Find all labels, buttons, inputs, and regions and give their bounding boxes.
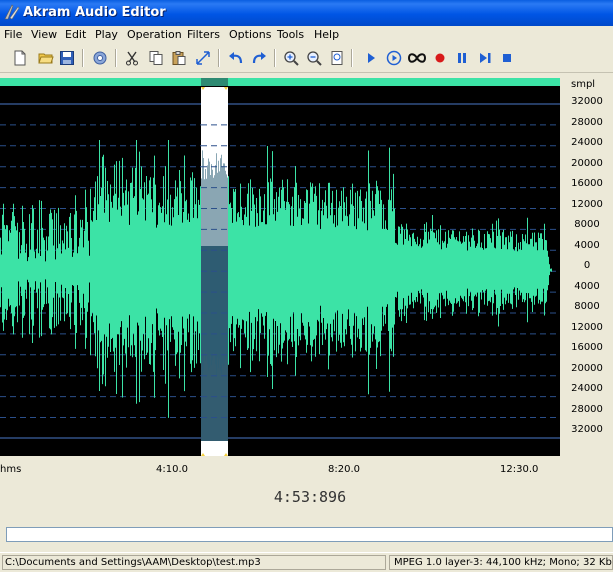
toolbar	[0, 44, 613, 73]
infinite-loop-icon[interactable]	[407, 48, 427, 68]
time-axis-label: hms	[0, 464, 22, 475]
toolbar-separator	[82, 49, 84, 67]
ruler-label: 16000	[571, 178, 603, 189]
ruler-label: 24000	[571, 383, 603, 394]
ruler-label: 32000	[571, 424, 603, 435]
ruler-label: 12000	[571, 198, 603, 210]
ruler-label: 24000	[571, 137, 603, 148]
copy-icon[interactable]	[146, 48, 166, 68]
ruler-label: 8000	[574, 301, 600, 312]
ruler-label: 28000	[571, 403, 603, 415]
amplitude-ruler: smpl 32000 28000 24000 20000 16000 12000 8000 4…	[560, 78, 613, 456]
overview-selection	[201, 78, 228, 86]
menu-bar: File View Edit Play Operation Filters Op…	[0, 26, 613, 44]
zoom-fit-icon[interactable]	[327, 48, 347, 68]
status-file-path: C:\Documents and Settings\AAM\Desktop\te…	[2, 555, 386, 570]
waveform-trace	[0, 140, 552, 418]
save-icon[interactable]	[57, 48, 77, 68]
waveform-view[interactable]	[0, 78, 560, 456]
play-loop-icon[interactable]	[384, 48, 404, 68]
overview-strip[interactable]	[0, 78, 560, 86]
app-icon	[4, 4, 20, 20]
time-axis: hms 4:10.0 8:20.0 12:30.0	[0, 456, 560, 478]
step-forward-icon[interactable]	[475, 48, 495, 68]
window-title: Akram Audio Editor	[23, 5, 166, 20]
menu-play[interactable]: Play	[95, 28, 118, 41]
stop-icon[interactable]	[497, 48, 517, 68]
toolbar-separator	[274, 49, 276, 67]
ruler-label: 32000	[571, 96, 603, 107]
toolbar-separator	[218, 49, 220, 67]
ruler-label: 12000	[571, 321, 603, 333]
open-folder-icon[interactable]	[36, 48, 56, 68]
menu-help[interactable]: Help	[314, 28, 339, 41]
cut-icon[interactable]	[122, 48, 142, 68]
selection-waveform	[201, 150, 228, 378]
time-axis-label: 12:30.0	[500, 464, 539, 475]
undo-icon[interactable]	[226, 48, 246, 68]
record-icon[interactable]	[430, 48, 450, 68]
play-icon[interactable]	[361, 48, 381, 68]
menu-view[interactable]: View	[31, 28, 57, 41]
ruler-unit-label: smpl	[571, 79, 596, 90]
status-bar: C:\Documents and Settings\AAM\Desktop\te…	[0, 552, 613, 572]
paste-icon[interactable]	[169, 48, 189, 68]
menu-edit[interactable]: Edit	[65, 28, 86, 41]
title-bar[interactable]: Akram Audio Editor	[0, 0, 613, 26]
zoom-out-icon[interactable]	[304, 48, 324, 68]
waveform-canvas[interactable]	[0, 78, 560, 456]
menu-operation[interactable]: Operation	[127, 28, 182, 41]
zoom-in-icon[interactable]	[281, 48, 301, 68]
ruler-label: 8000	[574, 219, 600, 230]
ruler-label: 0	[583, 260, 591, 271]
menu-tools[interactable]: Tools	[277, 28, 304, 41]
menu-file[interactable]: File	[4, 28, 22, 41]
redo-icon[interactable]	[249, 48, 269, 68]
ruler-label: 28000	[571, 116, 603, 128]
ruler-label: 20000	[571, 157, 603, 169]
info-panel	[6, 527, 613, 542]
new-file-icon[interactable]	[10, 48, 30, 68]
menu-options[interactable]: Options	[229, 28, 271, 41]
position-readout: 4:53:896	[273, 488, 347, 506]
resize-icon[interactable]	[193, 48, 213, 68]
menu-filters[interactable]: Filters	[187, 28, 220, 41]
time-axis-label: 4:10.0	[156, 464, 188, 475]
toolbar-separator	[351, 49, 353, 67]
status-audio-info: MPEG 1.0 layer-3: 44,100 kHz; Mono; 32 K…	[389, 555, 613, 570]
time-axis-label: 8:20.0	[328, 464, 360, 475]
ruler-label: 20000	[571, 362, 603, 374]
settings-icon[interactable]	[90, 48, 110, 68]
ruler-label: 16000	[571, 342, 603, 353]
ruler-label: 4000	[574, 280, 600, 292]
ruler-label: 4000	[574, 239, 600, 251]
toolbar-separator	[115, 49, 117, 67]
pause-icon[interactable]	[452, 48, 472, 68]
